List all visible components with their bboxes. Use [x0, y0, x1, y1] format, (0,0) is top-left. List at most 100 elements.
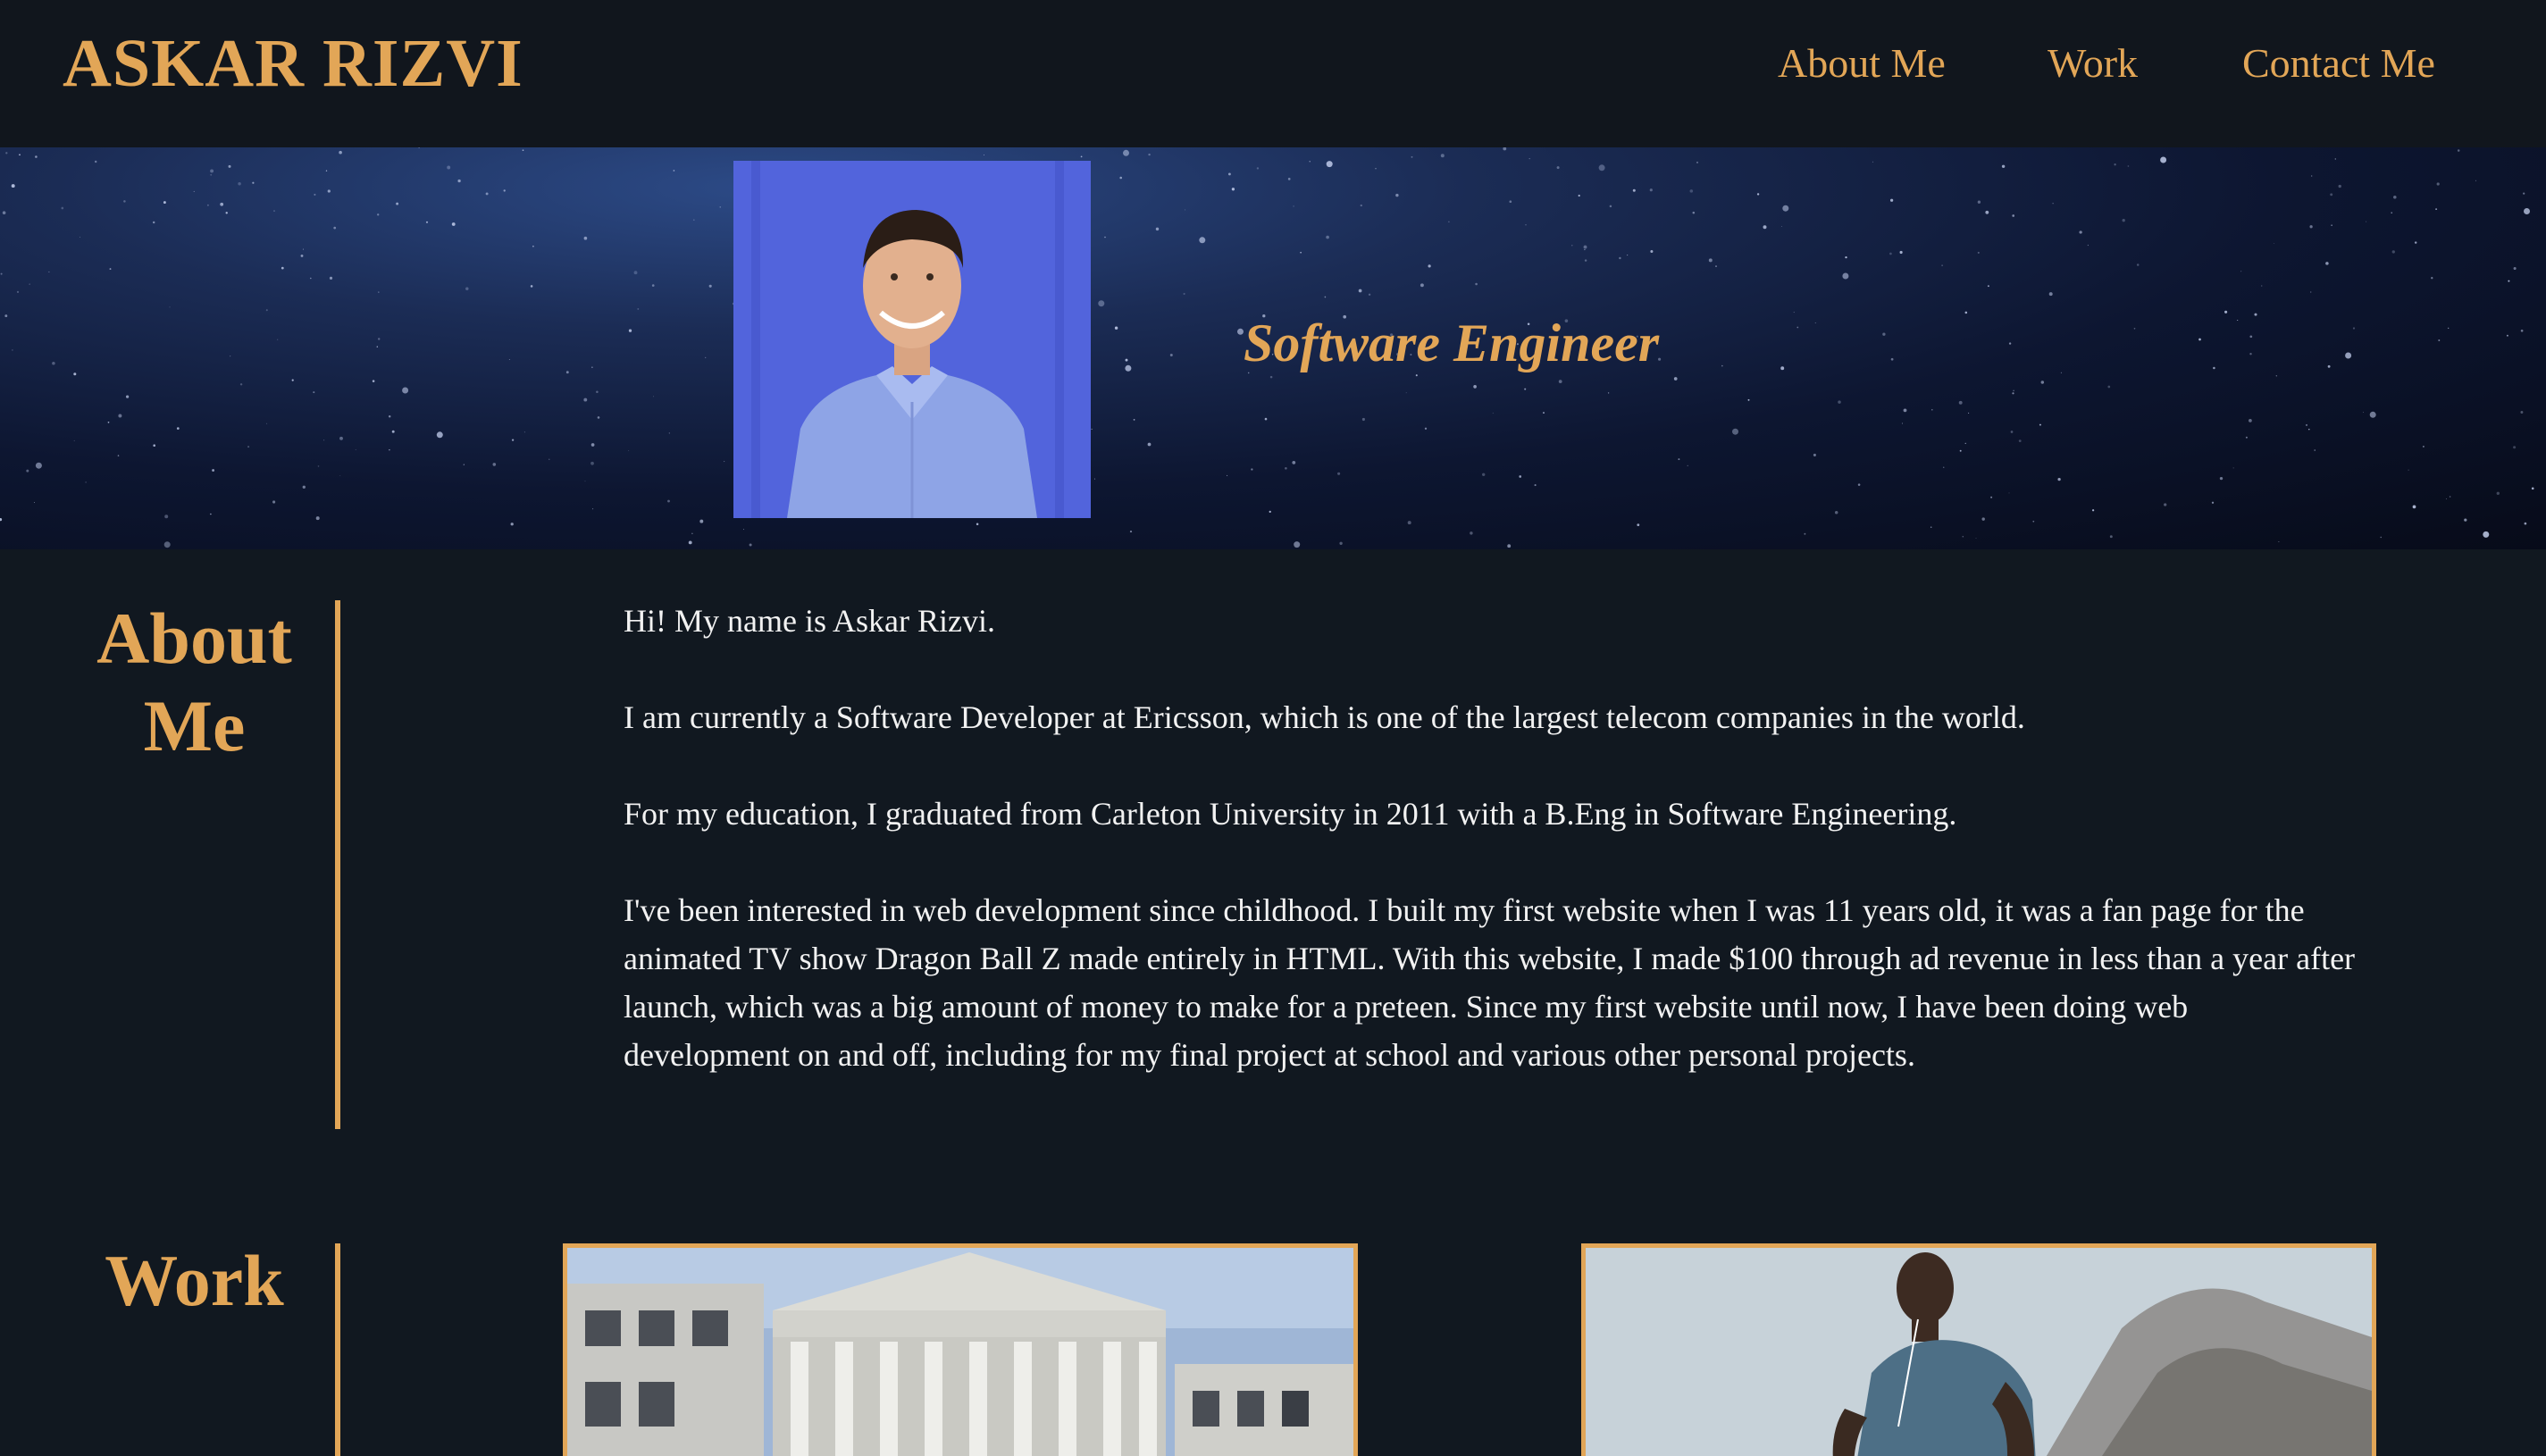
- star: [2213, 366, 2215, 370]
- star: [2012, 214, 2015, 217]
- star: [1147, 442, 1152, 447]
- star: [107, 421, 110, 423]
- star: [2520, 411, 2524, 414]
- star: [1440, 154, 1445, 158]
- star: [2334, 158, 2337, 160]
- star: [2464, 518, 2467, 522]
- star: [1424, 427, 1428, 430]
- star: [1114, 326, 1118, 330]
- star: [2040, 381, 2045, 384]
- work-card-runner[interactable]: [1581, 1243, 2376, 1456]
- star: [389, 448, 390, 451]
- about-text: Hi! My name is Askar Rizvi. I am current…: [624, 597, 2357, 1127]
- star: [1475, 282, 1478, 286]
- star: [1571, 245, 1573, 247]
- star: [1889, 252, 1892, 255]
- about-heading-line1: About: [96, 598, 292, 679]
- star: [2314, 449, 2316, 451]
- star: [1584, 259, 1587, 262]
- star: [1524, 388, 1527, 390]
- star: [1964, 442, 1966, 445]
- star: [225, 212, 228, 214]
- star: [12, 349, 13, 351]
- star: [2219, 476, 2224, 481]
- star: [628, 450, 630, 451]
- star: [1838, 400, 1841, 404]
- star: [1959, 449, 1962, 452]
- site-header: ASKAR RIZVI About Me Work Contact Me: [0, 0, 2546, 147]
- star: [228, 164, 231, 168]
- star: [2057, 477, 2061, 481]
- nav-work-link[interactable]: Work: [2048, 39, 2138, 87]
- star: [1872, 161, 1874, 163]
- star: [2133, 327, 2136, 330]
- star: [2008, 342, 2012, 345]
- star: [1337, 472, 1341, 475]
- nav-contact-me-link[interactable]: Contact Me: [2242, 39, 2435, 87]
- star: [1607, 392, 1610, 394]
- star: [1977, 200, 1981, 204]
- star: [1696, 161, 1699, 163]
- star: [29, 283, 30, 285]
- star: [118, 414, 122, 418]
- star: [2254, 313, 2257, 316]
- star: [123, 200, 126, 203]
- star: [1715, 265, 1717, 268]
- star: [317, 465, 320, 467]
- star: [688, 540, 692, 545]
- star: [2224, 310, 2228, 314]
- star: [1903, 408, 1907, 413]
- profile-photo: [733, 161, 1091, 518]
- star: [1405, 392, 1407, 394]
- star: [1673, 377, 1678, 381]
- star: [1309, 161, 1311, 163]
- star: [1411, 155, 1413, 158]
- star: [590, 461, 594, 465]
- runner-image: [1586, 1248, 2372, 1456]
- work-divider: [335, 1243, 340, 1456]
- star: [34, 502, 35, 503]
- star: [291, 379, 294, 381]
- star: [1133, 419, 1135, 421]
- star: [1326, 161, 1333, 168]
- star: [1763, 225, 1767, 230]
- star: [1930, 526, 1932, 528]
- star: [1899, 250, 1903, 255]
- star: [2001, 164, 2006, 169]
- star: [2309, 225, 2313, 229]
- star: [705, 356, 707, 358]
- star: [300, 254, 304, 257]
- star: [418, 147, 420, 148]
- star: [152, 221, 155, 224]
- bank-building-image: [567, 1248, 1353, 1456]
- star: [388, 414, 391, 418]
- star: [1237, 328, 1244, 335]
- star: [1269, 375, 1273, 379]
- star: [2325, 262, 2329, 265]
- star: [377, 213, 380, 216]
- star: [313, 391, 315, 394]
- star: [2438, 339, 2441, 341]
- star: [19, 154, 21, 156]
- nav-about-me-link[interactable]: About Me: [1778, 39, 1946, 87]
- star: [73, 372, 77, 376]
- star: [125, 395, 130, 398]
- star: [2362, 412, 2364, 413]
- star: [2506, 334, 2508, 337]
- star: [1503, 147, 1507, 151]
- star: [1324, 296, 1327, 298]
- work-card-bank[interactable]: [563, 1243, 1358, 1456]
- star: [1123, 149, 1129, 156]
- star: [1360, 204, 1362, 207]
- star: [597, 416, 600, 419]
- brand-title[interactable]: ASKAR RIZVI: [63, 25, 523, 103]
- about-divider: [335, 600, 340, 1129]
- star: [1519, 475, 1522, 478]
- star: [492, 463, 497, 466]
- star: [1543, 412, 1545, 414]
- star: [176, 427, 180, 430]
- star: [339, 150, 342, 155]
- star: [2436, 182, 2440, 186]
- star: [2414, 241, 2417, 244]
- star: [1098, 300, 1105, 307]
